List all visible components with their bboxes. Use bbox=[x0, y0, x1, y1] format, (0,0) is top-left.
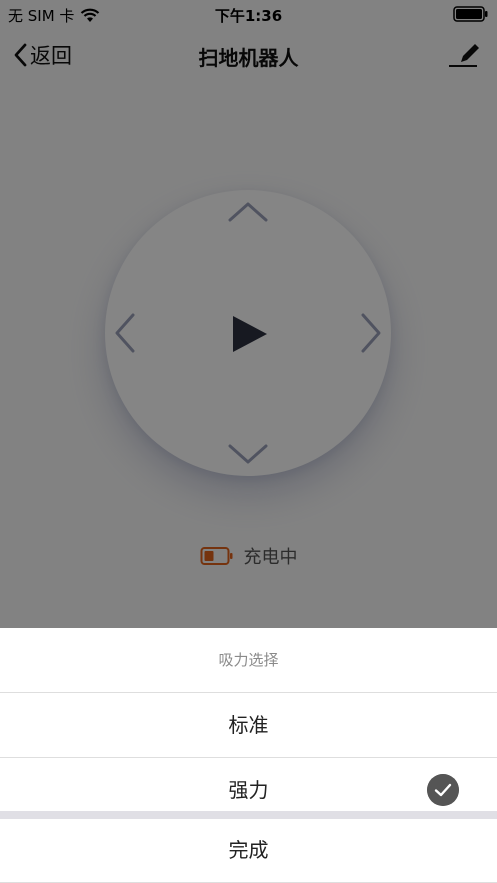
modal-overlay[interactable] bbox=[0, 0, 497, 628]
suction-action-sheet: 吸力选择 标准 强力 完成 bbox=[0, 628, 497, 883]
done-button[interactable]: 完成 bbox=[0, 819, 497, 883]
option-standard[interactable]: 标准 bbox=[0, 693, 497, 758]
checkmark-icon bbox=[427, 774, 459, 806]
option-label: 标准 bbox=[228, 713, 269, 737]
option-label: 强力 bbox=[228, 778, 269, 802]
sheet-title: 吸力选择 bbox=[0, 628, 497, 693]
sheet-divider bbox=[0, 811, 497, 819]
app-screen: 无 SIM 卡 下午1:36 返回 扫地机器人 充电中 吸力选择 标准 强力 完… bbox=[0, 0, 497, 883]
